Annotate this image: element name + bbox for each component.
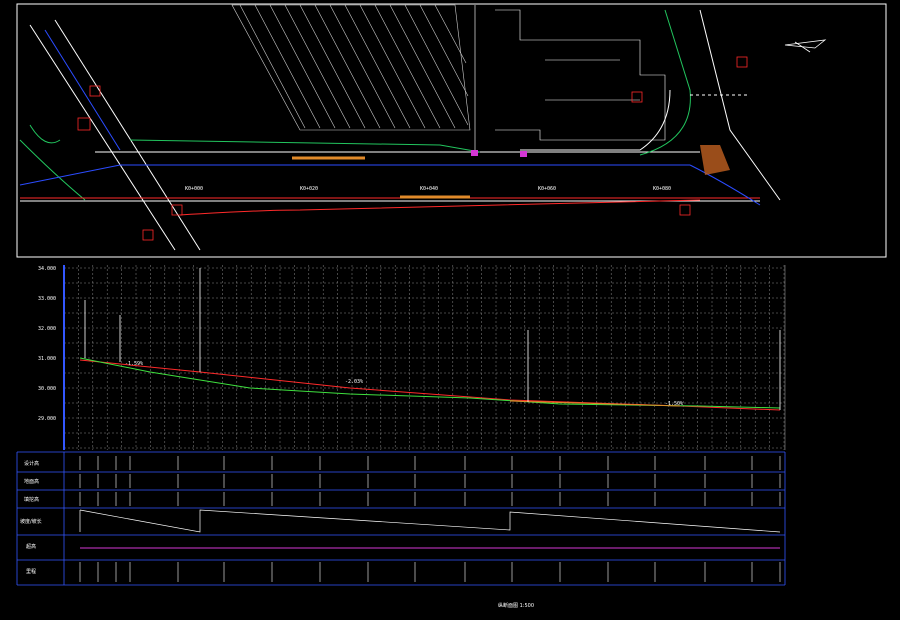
row-label-0: 设计高	[24, 460, 39, 467]
grade-label-1: -2.03%	[345, 379, 363, 385]
profile-markers	[84, 268, 781, 410]
profile-grid	[63, 265, 785, 450]
elevation-ticks: 34.000 33.000 32.000 31.000 30.000 29.000	[38, 266, 56, 422]
station-label-3: K0+060	[538, 186, 556, 192]
cad-drawing-canvas: K0+000 K0+020 K0+040 K0+060 K0+080 34.00…	[16, 3, 887, 609]
footer-title: 纵断面图 1:500	[498, 602, 534, 609]
station-label-1: K0+020	[300, 186, 318, 192]
row-label-4: 超高	[26, 543, 36, 550]
station-labels: K0+000 K0+020 K0+040 K0+060 K0+080	[185, 186, 671, 192]
elevation-tick-label: 29.000	[38, 416, 56, 422]
red-callouts	[77, 56, 748, 241]
table-value-ticks	[79, 456, 781, 582]
row-label-5: 里程	[26, 568, 36, 575]
row-label-3: 坡度/坡长	[20, 518, 42, 525]
plan-view: K0+000 K0+020 K0+040 K0+060 K0+080	[16, 3, 887, 258]
row-label-1: 地面高	[24, 478, 39, 485]
main-road	[19, 139, 761, 216]
right-road	[520, 9, 781, 201]
elevation-tick-label: 32.000	[38, 326, 56, 332]
plan-frame	[16, 3, 887, 258]
station-label-4: K0+080	[653, 186, 671, 192]
station-label-0: K0+000	[185, 186, 203, 192]
profile-view: 34.000 33.000 32.000 31.000 30.000 29.000 -1.…	[38, 265, 786, 450]
marker-magenta-1	[471, 150, 478, 156]
table-row-labels: 设计高 地面高 填挖高 坡度/坡长 超高 里程	[20, 460, 42, 575]
elevation-tick-label: 30.000	[38, 386, 56, 392]
table-lines	[16, 451, 786, 586]
grade-label-2: -1.50%	[665, 401, 683, 407]
elevation-tick-label: 34.000	[38, 266, 56, 272]
building-hatch	[231, 4, 471, 131]
building-outline-right	[495, 9, 666, 141]
left-road	[19, 19, 201, 251]
elevation-tick-label: 31.000	[38, 356, 56, 362]
north-arrow-icon	[784, 39, 827, 53]
station-label-2: K0+040	[420, 186, 438, 192]
marker-magenta-2	[520, 151, 527, 157]
slope-band	[79, 509, 781, 533]
grade-labels: -1.59% -2.03% -1.50%	[125, 361, 683, 407]
profile-data-table: 设计高 地面高 填挖高 坡度/坡长 超高 里程	[16, 451, 786, 586]
grade-label-0: -1.59%	[125, 361, 143, 367]
elevation-tick-label: 33.000	[38, 296, 56, 302]
row-label-2: 填挖高	[24, 496, 39, 503]
